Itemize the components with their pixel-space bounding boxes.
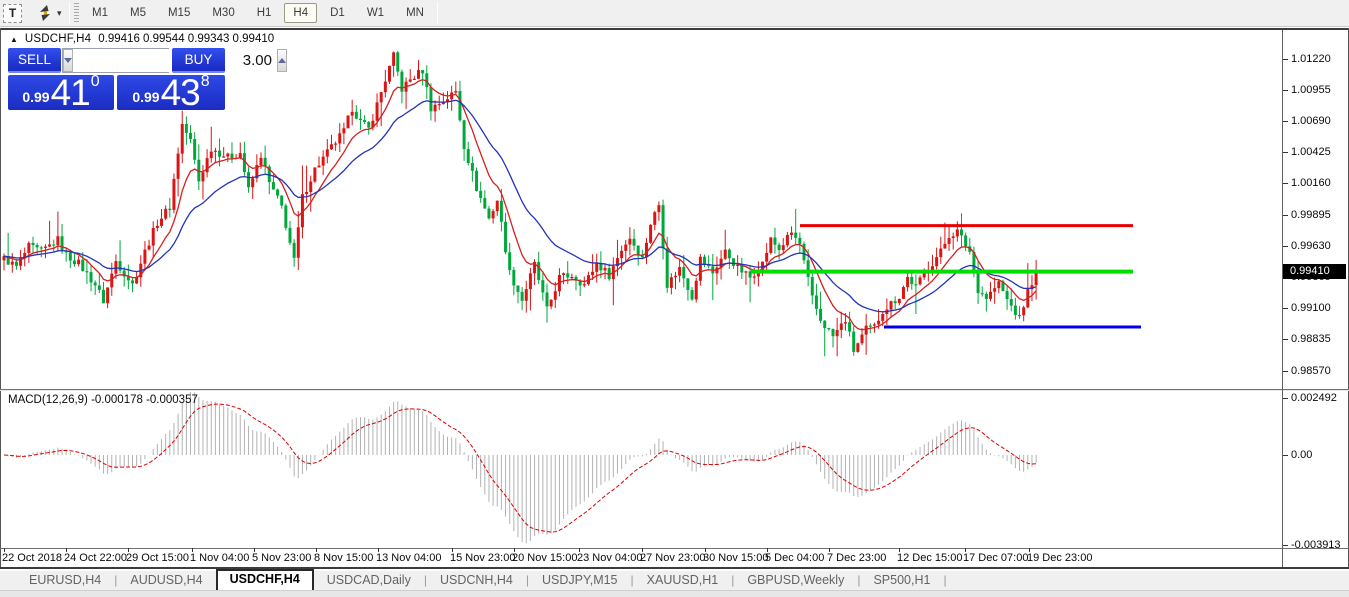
price-axis-label: 0.98570 (1291, 365, 1331, 377)
time-axis-label: 7 Dec 23:00 (827, 552, 886, 564)
price-axis-border (1282, 30, 1283, 567)
time-axis-label: 5 Nov 23:00 (252, 552, 311, 564)
buy-price-big: 43 (161, 78, 200, 108)
time-axis-label: 19 Dec 23:00 (1027, 552, 1092, 564)
sell-price-pip: 0 (91, 73, 100, 91)
price-axis-label: 1.00160 (1291, 177, 1331, 189)
macd-pane (4, 392, 1036, 543)
macd-indicator-label: MACD(12,26,9) -0.000178 -0.000357 (8, 394, 198, 406)
chart-tab-eurusd[interactable]: EURUSD,H4 (16, 571, 114, 590)
price-axis-tick (1283, 121, 1288, 122)
chart-tab-xauusd[interactable]: XAUUSD,H1 (634, 571, 732, 590)
price-axis-tick (1283, 152, 1288, 153)
macd-axis-label: -0.003913 (1291, 539, 1341, 551)
price-axis-label: 0.99100 (1291, 302, 1331, 314)
chart-tab-sp500[interactable]: SP500,H1 (860, 571, 943, 590)
symbol-period-label: USDCHF,H4 (25, 33, 91, 45)
macd-axis-tick (1283, 545, 1288, 546)
collapse-panel-icon[interactable]: ▲ (10, 35, 18, 44)
price-axis-label: 0.98835 (1291, 333, 1331, 345)
macd-axis-tick (1283, 398, 1288, 399)
time-axis-label: 5 Dec 04:00 (765, 552, 824, 564)
chart-tab-gbpusd[interactable]: GBPUSD,Weekly (734, 571, 857, 590)
status-strip (0, 590, 1349, 597)
price-axis-tick (1283, 183, 1288, 184)
current-price-tag: 0.99410 (1283, 264, 1346, 279)
tab-separator: | (943, 573, 946, 590)
volume-decrease-button[interactable] (63, 49, 73, 72)
time-axis-label: 8 Nov 15:00 (314, 552, 373, 564)
price-axis-label: 0.99630 (1291, 240, 1331, 252)
buy-button[interactable]: BUY (172, 48, 225, 73)
price-axis-tick (1283, 215, 1288, 216)
price-axis-label: 1.01220 (1291, 53, 1331, 65)
volume-stepper (62, 48, 169, 73)
time-axis-label: 30 Nov 15:00 (703, 552, 768, 564)
time-axis-border (0, 548, 1349, 549)
chart-window-bottom-border (0, 567, 1349, 569)
time-axis-label: 17 Dec 07:00 (963, 552, 1028, 564)
time-axis-label: 22 Oct 2018 (2, 552, 62, 564)
time-axis-label: 20 Nov 15:00 (512, 552, 577, 564)
triangle-down-icon (64, 58, 72, 63)
price-axis-label: 1.00425 (1291, 146, 1331, 158)
time-axis-label: 12 Dec 15:00 (897, 552, 962, 564)
chart-tab-audusd[interactable]: AUDUSD,H4 (117, 571, 215, 590)
price-axis-tick (1283, 371, 1288, 372)
price-axis-label: 1.00955 (1291, 84, 1331, 96)
one-click-trading-panel: SELL BUY 0.99 41 0 0.99 43 8 (8, 48, 225, 110)
time-axis-label: 1 Nov 04:00 (190, 552, 249, 564)
chart-title: ▲ USDCHF,H4 0.99416 0.99544 0.99343 0.99… (10, 33, 274, 45)
price-axis-tick (1283, 246, 1288, 247)
time-axis-label: 13 Nov 04:00 (376, 552, 441, 564)
buy-price-button[interactable]: 0.99 43 8 (117, 75, 225, 110)
ohlc-values: 0.99416 0.99544 0.99343 0.99410 (98, 33, 274, 45)
time-axis-label: 29 Oct 15:00 (126, 552, 189, 564)
sell-price-button[interactable]: 0.99 41 0 (8, 75, 114, 110)
time-axis-label: 24 Oct 22:00 (64, 552, 127, 564)
price-axis-tick (1283, 308, 1288, 309)
terminal-window: T ▾ M1M5M15M30H1H4D1W1MN ▲ USDCHF,H4 0.9… (0, 0, 1349, 597)
volume-increase-button[interactable] (277, 49, 287, 72)
price-axis-tick (1283, 59, 1288, 60)
pane-separator-highlight (0, 390, 1349, 391)
chart-tab-usdcad[interactable]: USDCAD,Daily (314, 571, 424, 590)
time-axis-label: 15 Nov 23:00 (450, 552, 515, 564)
macd-axis-label: 0.00 (1291, 449, 1312, 461)
chart-tab-usdcnh[interactable]: USDCNH,H4 (427, 571, 526, 590)
macd-axis-tick (1283, 455, 1288, 456)
time-axis-label: 27 Nov 23:00 (640, 552, 705, 564)
price-axis-label: 0.99895 (1291, 209, 1331, 221)
triangle-up-icon (278, 58, 286, 63)
sell-price-prefix: 0.99 (22, 89, 49, 105)
price-axis-tick (1283, 90, 1288, 91)
price-axis-label: 1.00690 (1291, 115, 1331, 127)
sell-price-big: 41 (51, 78, 90, 108)
chart-tab-bar: EURUSD,H4 | AUDUSD,H4USDCHF,H4USDCAD,Daily… (0, 570, 1349, 590)
chart-tab-usdchf[interactable]: USDCHF,H4 (216, 569, 314, 590)
sell-button[interactable]: SELL (8, 48, 61, 73)
price-axis-tick (1283, 339, 1288, 340)
chart-tab-usdjpy[interactable]: USDJPY,M15 (529, 571, 631, 590)
time-axis-label: 23 Nov 04:00 (577, 552, 642, 564)
buy-price-pip: 8 (201, 73, 210, 91)
macd-axis-label: 0.002492 (1291, 392, 1337, 404)
buy-price-prefix: 0.99 (132, 89, 159, 105)
